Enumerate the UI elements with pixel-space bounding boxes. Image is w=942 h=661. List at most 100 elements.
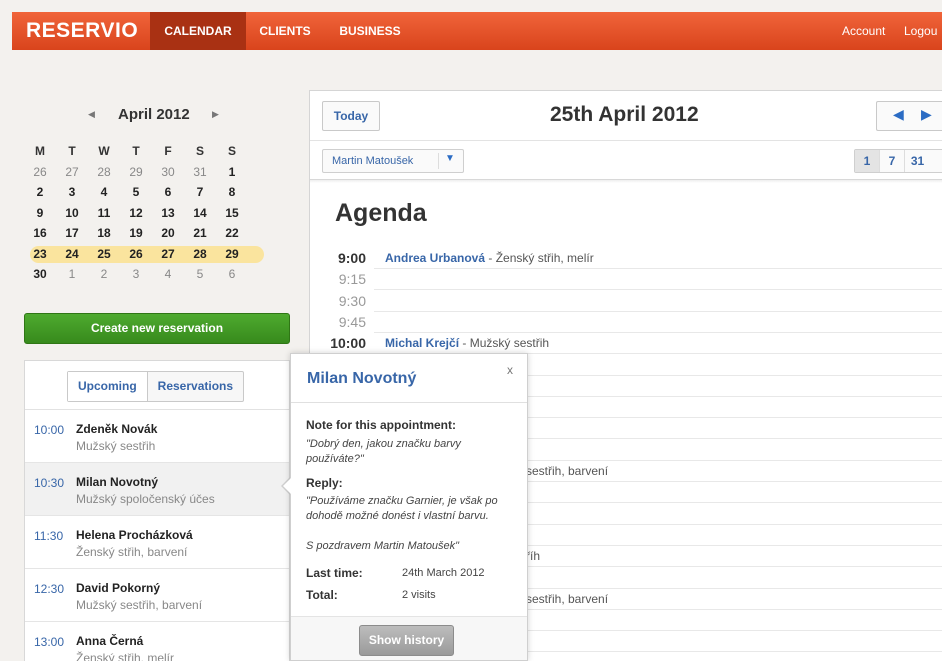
nav-business[interactable]: BUSINESS bbox=[334, 12, 406, 50]
show-history-button[interactable]: Show history bbox=[359, 625, 454, 656]
agenda-title: Agenda bbox=[335, 199, 427, 227]
calendar-day[interactable]: 2 bbox=[24, 185, 56, 199]
calendar-day[interactable]: 29 bbox=[120, 165, 152, 179]
prev-day-icon[interactable]: ◀ bbox=[893, 107, 904, 123]
agenda-event[interactable]: Andrea Urbanová - Ženský střih, melír bbox=[385, 251, 594, 265]
calendar-day[interactable]: 20 bbox=[152, 226, 184, 240]
appointment-name: David Pokorný bbox=[76, 581, 161, 595]
mini-calendar-title: April 2012 bbox=[118, 106, 190, 123]
reply-label: Reply: bbox=[306, 476, 343, 490]
popup-title: Milan Novotný bbox=[307, 370, 417, 387]
calendar-day[interactable]: 21 bbox=[184, 226, 216, 240]
nav-calendar[interactable]: CALENDAR bbox=[150, 12, 246, 50]
calendar-day[interactable]: 19 bbox=[120, 226, 152, 240]
calendar-day[interactable]: 16 bbox=[24, 226, 56, 240]
app-logo[interactable]: RESERVIO bbox=[26, 19, 138, 43]
calendar-day[interactable]: 5 bbox=[120, 185, 152, 199]
next-month-icon[interactable]: ▶ bbox=[212, 109, 219, 120]
agenda-slot[interactable]: 9:45 bbox=[310, 312, 942, 333]
calendar-day[interactable]: 12 bbox=[120, 206, 152, 220]
calendar-day[interactable]: 23 bbox=[24, 247, 56, 261]
calendar-day[interactable]: 18 bbox=[88, 226, 120, 240]
event-service: říh bbox=[526, 549, 541, 564]
calendar-day[interactable]: 11 bbox=[88, 206, 120, 220]
calendar-day[interactable]: 30 bbox=[152, 165, 184, 179]
calendar-day[interactable]: 7 bbox=[184, 185, 216, 199]
agenda-event[interactable]: sestřih, barvení bbox=[526, 464, 608, 478]
calendar-day[interactable]: 26 bbox=[120, 247, 152, 261]
calendar-day[interactable]: 27 bbox=[56, 165, 88, 179]
upcoming-appointment[interactable]: 11:30 Helena Procházková Ženský střih, bar… bbox=[25, 516, 289, 569]
reply-text: "Používáme značku Garnier, je však po do… bbox=[306, 495, 498, 522]
weekday-label: W bbox=[98, 144, 110, 158]
calendar-day[interactable]: 8 bbox=[216, 185, 248, 199]
calendar-day[interactable]: 24 bbox=[56, 247, 88, 261]
calendar-day[interactable]: 13 bbox=[152, 206, 184, 220]
event-client[interactable]: Michal Krejčí bbox=[385, 336, 459, 350]
tab-upcoming[interactable]: Upcoming bbox=[68, 372, 148, 401]
calendar-day[interactable]: 9 bbox=[24, 206, 56, 220]
calendar-day[interactable]: 26 bbox=[24, 165, 56, 179]
calendar-day[interactable]: 29 bbox=[216, 247, 248, 261]
appointment-service: Mužský sestřih bbox=[76, 439, 156, 453]
calendar-day[interactable]: 6 bbox=[152, 185, 184, 199]
calendar-day[interactable]: 31 bbox=[184, 165, 216, 179]
calendar-day[interactable]: 4 bbox=[88, 185, 120, 199]
calendar-day[interactable]: 1 bbox=[56, 267, 88, 281]
calendar-day[interactable]: 2 bbox=[88, 267, 120, 281]
calendar-day[interactable]: 17 bbox=[56, 226, 88, 240]
appointment-service: Mužský spoločenský účes bbox=[76, 492, 215, 506]
calendar-day[interactable]: 1 bbox=[216, 165, 248, 179]
note-text: "Dobrý den, jakou značku barvy používáte… bbox=[306, 438, 461, 465]
next-day-icon[interactable]: ▶ bbox=[921, 107, 932, 123]
top-navigation-bar: RESERVIO CALENDAR CLIENTS BUSINESS Accou… bbox=[12, 12, 942, 50]
divider bbox=[291, 402, 527, 403]
slot-time: 9:15 bbox=[338, 271, 366, 288]
nav-clients[interactable]: CLIENTS bbox=[252, 12, 318, 50]
staff-select[interactable]: Martin Matoušek ▼ bbox=[322, 149, 464, 173]
upcoming-appointment[interactable]: 13:00 Anna Černá Ženský střih, melír bbox=[25, 622, 289, 661]
calendar-day[interactable]: 4 bbox=[152, 267, 184, 281]
agenda-slot[interactable]: 9:30 bbox=[310, 291, 942, 312]
appointment-time: 10:30 bbox=[34, 476, 65, 490]
calendar-day[interactable]: 30 bbox=[24, 267, 56, 281]
upcoming-appointment[interactable]: 10:00 Zdeněk Novák Mužský sestřih bbox=[25, 410, 289, 463]
agenda-event[interactable]: říh bbox=[526, 549, 540, 563]
agenda-event[interactable]: Michal Krejčí - Mužský sestřih bbox=[385, 336, 549, 350]
agenda-slot[interactable]: 9:00 Andrea Urbanová - Ženský střih, melí… bbox=[310, 248, 942, 269]
calendar-day[interactable]: 25 bbox=[88, 247, 120, 261]
calendar-day[interactable]: 5 bbox=[184, 267, 216, 281]
agenda-slot[interactable]: 9:15 bbox=[310, 269, 942, 291]
view-7-days[interactable]: 7 bbox=[880, 150, 905, 172]
tab-reservations[interactable]: Reservations bbox=[148, 372, 243, 401]
slot-time: 10:00 bbox=[330, 335, 366, 352]
calendar-day[interactable]: 15 bbox=[216, 206, 248, 220]
appointment-service: Ženský střih, melír bbox=[76, 651, 175, 661]
calendar-day[interactable]: 22 bbox=[216, 226, 248, 240]
calendar-day[interactable]: 6 bbox=[216, 267, 248, 281]
event-service: sestřih, barvení bbox=[526, 591, 609, 606]
logout-link[interactable]: Logou bbox=[904, 12, 937, 50]
current-date-title: 25th April 2012 bbox=[550, 103, 699, 126]
account-link[interactable]: Account bbox=[842, 12, 885, 50]
calendar-day[interactable]: 3 bbox=[56, 185, 88, 199]
upcoming-appointment[interactable]: 10:30 Milan Novotný Mužský spoločenský úče… bbox=[25, 463, 289, 516]
view-31-days[interactable]: 31 bbox=[905, 150, 930, 172]
prev-month-icon[interactable]: ◀ bbox=[88, 109, 95, 120]
agenda-slot[interactable]: 10:00 Michal Krejčí - Mužský sestřih bbox=[310, 333, 942, 355]
close-icon[interactable]: x bbox=[507, 363, 513, 377]
view-1-day[interactable]: 1 bbox=[855, 150, 880, 172]
today-button[interactable]: Today bbox=[322, 101, 380, 131]
mini-calendar-weekdays: MTWTFSS bbox=[35, 142, 280, 163]
calendar-day[interactable]: 27 bbox=[152, 247, 184, 261]
event-client[interactable]: Andrea Urbanová bbox=[385, 251, 485, 265]
calendar-day[interactable]: 10 bbox=[56, 206, 88, 220]
weekday-label: M bbox=[35, 144, 45, 158]
upcoming-appointment[interactable]: 12:30 David Pokorný Mužský sestřih, barven… bbox=[25, 569, 289, 622]
calendar-day[interactable]: 3 bbox=[120, 267, 152, 281]
calendar-day[interactable]: 28 bbox=[88, 165, 120, 179]
agenda-event[interactable]: sestřih, barvení bbox=[526, 592, 608, 606]
calendar-day[interactable]: 14 bbox=[184, 206, 216, 220]
calendar-day[interactable]: 28 bbox=[184, 247, 216, 261]
create-reservation-button[interactable]: Create new reservation bbox=[24, 313, 290, 344]
